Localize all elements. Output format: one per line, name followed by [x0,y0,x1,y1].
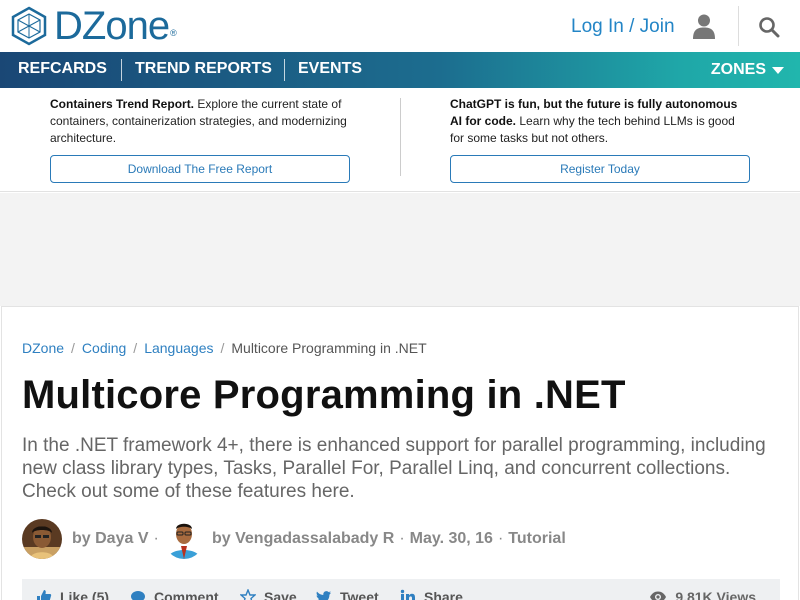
ad-placeholder [0,193,800,306]
like-label: Like (5) [60,589,110,600]
logo-registered-mark: ® [170,28,177,38]
comment-label: Comment [154,589,219,600]
article-actions-bar: Like (5) Comment Save Tweet Share 9.81K … [22,579,780,600]
header-divider [738,6,739,46]
dzone-hex-icon [11,6,47,46]
article-title: Multicore Programming in .NET [22,373,626,417]
like-button[interactable]: Like (5) [36,589,109,600]
breadcrumb-languages[interactable]: Languages [144,340,213,356]
article-card: DZone / Coding / Languages / Multicore Program… [1,306,799,600]
byline-separator: · [153,530,159,547]
share-label: Share [424,589,463,600]
site-header: DZone ® Log In / Join [0,0,800,52]
user-icon[interactable] [692,13,716,39]
login-join-link[interactable]: Log In / Join [571,16,675,38]
download-report-button[interactable]: Download The Free Report [50,155,350,183]
tweet-button[interactable]: Tweet [316,589,379,600]
nav-separator [121,59,122,81]
author2-byline[interactable]: by Vengadassalabady R · May. 30, 16 · Tutori… [212,530,566,548]
breadcrumb: DZone / Coding / Languages / Multicore Program… [22,340,427,356]
zones-dropdown[interactable]: ZONES [711,52,784,88]
main-nav: REFCARDS TREND REPORTS EVENTS ZONES [0,52,800,88]
author-photo-icon [164,519,204,559]
breadcrumb-current: Multicore Programming in .NET [231,340,427,356]
register-today-button[interactable]: Register Today [450,155,750,183]
thumbs-up-icon [37,590,52,600]
logo-text: DZone [54,4,170,48]
chevron-down-icon [772,66,784,74]
views-label: 9.81K Views [675,589,756,600]
nav-separator [284,59,285,81]
twitter-icon [316,591,331,600]
nav-item-refcards[interactable]: REFCARDS [18,52,107,88]
zones-label: ZONES [710,61,766,78]
share-button[interactable]: Share [400,589,463,600]
save-label: Save [264,589,297,600]
byline-separator: · [399,530,405,547]
breadcrumb-separator: / [71,340,75,356]
nav-item-events[interactable]: EVENTS [298,52,362,88]
promo-left-text: Containers Trend Report. Explore the cur… [50,96,350,147]
author1-name: by Daya V [72,530,149,547]
save-button[interactable]: Save [240,589,297,600]
promo-right-text: ChatGPT is fun, but the future is fully … [450,96,750,147]
breadcrumb-separator: / [133,340,138,356]
breadcrumb-dzone[interactable]: DZone [22,340,64,356]
search-icon[interactable] [758,16,780,38]
views-count: 9.81K Views [649,589,756,600]
byline-separator: · [497,530,504,547]
nav-item-trend-reports[interactable]: TREND REPORTS [135,52,272,88]
linkedin-icon [400,589,415,600]
avatar[interactable] [22,519,62,559]
dzone-logo[interactable]: DZone ® [10,6,177,46]
promo-left-headline: Containers Trend Report. [50,97,195,111]
author2-name: by Vengadassalabady R [212,530,395,547]
author1-byline[interactable]: by Daya V · [72,530,164,548]
publish-date: May. 30, 16 [409,530,493,547]
article-type[interactable]: Tutorial [508,530,565,547]
eye-icon [650,591,667,600]
author-photo-icon [22,519,62,559]
article-summary: In the .NET framework 4+, there is enhan… [22,435,766,502]
comment-button[interactable]: Comment [130,589,219,600]
breadcrumb-coding[interactable]: Coding [82,340,126,356]
comment-icon [131,591,145,600]
avatar[interactable] [164,519,204,559]
promo-banner: Containers Trend Report. Explore the cur… [0,88,800,192]
breadcrumb-separator: / [220,340,225,356]
promo-divider [400,98,401,176]
tweet-label: Tweet [340,589,379,600]
author-row: by Daya V · by Vengadassalabady R · May. 30… [22,519,782,559]
star-icon [240,589,256,600]
